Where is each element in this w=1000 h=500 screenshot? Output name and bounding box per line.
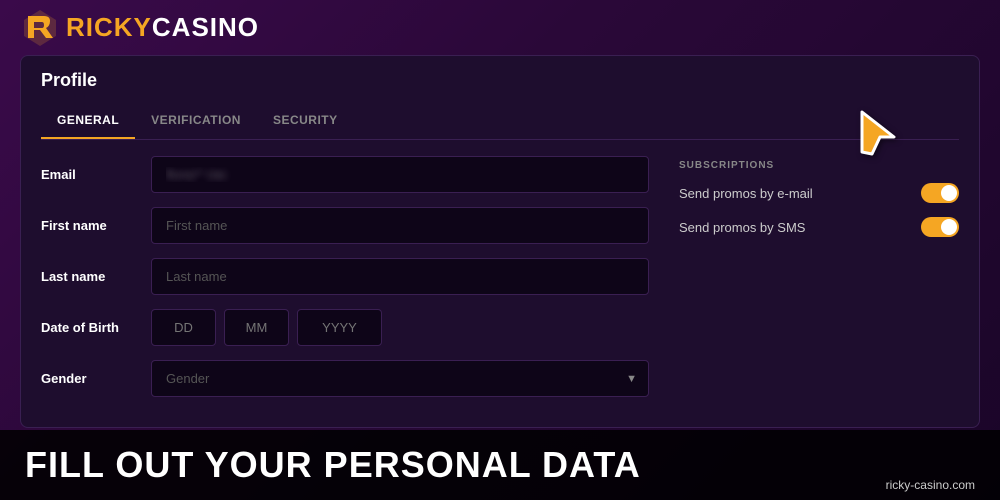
gender-select[interactable]: Gender Male Female Other (151, 360, 649, 397)
logo-ricky: RICKY (66, 12, 152, 42)
bottom-banner: FILL OUT YOUR PERSONAL DATA ricky-casino… (0, 430, 1000, 500)
subscription-sms-row: Send promos by SMS (679, 217, 959, 237)
first-name-input[interactable] (151, 207, 649, 244)
logo: RICKYCASINO (20, 8, 259, 48)
subscription-email-label: Send promos by e-mail (679, 186, 813, 201)
first-name-row: First name (41, 207, 649, 244)
tab-security[interactable]: SECURITY (257, 103, 354, 139)
dob-mm-input[interactable] (224, 309, 289, 346)
subscription-sms-label: Send promos by SMS (679, 220, 805, 235)
header: RICKYCASINO (0, 0, 1000, 55)
form-right: SUBSCRIPTIONS Send promos by e-mail Send… (679, 156, 959, 411)
subscription-email-row: Send promos by e-mail (679, 183, 959, 203)
logo-casino: CASINO (152, 12, 259, 42)
form-area: Email First name Last name Date of Birth (21, 140, 979, 427)
gender-row: Gender Gender Male Female Other ▼ (41, 360, 649, 397)
last-name-label: Last name (41, 269, 151, 284)
logo-icon (20, 8, 60, 48)
dob-row: Date of Birth (41, 309, 649, 346)
last-name-row: Last name (41, 258, 649, 295)
profile-card: Profile GENERAL VERIFICATION SECURITY Em… (20, 55, 980, 428)
dob-yyyy-input[interactable] (297, 309, 382, 346)
email-label: Email (41, 167, 151, 182)
profile-title: Profile (41, 70, 959, 91)
banner-url: ricky-casino.com (886, 478, 975, 500)
dob-dd-input[interactable] (151, 309, 216, 346)
subscriptions-label: SUBSCRIPTIONS (679, 160, 959, 171)
first-name-label: First name (41, 218, 151, 233)
logo-text: RICKYCASINO (66, 12, 259, 43)
form-left: Email First name Last name Date of Birth (41, 156, 649, 411)
tabs: GENERAL VERIFICATION SECURITY (41, 103, 959, 140)
tab-verification[interactable]: VERIFICATION (135, 103, 257, 139)
gender-wrapper: Gender Male Female Other ▼ (151, 360, 649, 397)
gender-label: Gender (41, 371, 151, 386)
content: Profile GENERAL VERIFICATION SECURITY Em… (0, 55, 1000, 428)
profile-header: Profile GENERAL VERIFICATION SECURITY (21, 56, 979, 140)
email-row: Email (41, 156, 649, 193)
banner-text: FILL OUT YOUR PERSONAL DATA (25, 444, 641, 486)
last-name-input[interactable] (151, 258, 649, 295)
email-input[interactable] (151, 156, 649, 193)
subscription-email-toggle[interactable] (921, 183, 959, 203)
tab-general[interactable]: GENERAL (41, 103, 135, 139)
dob-label: Date of Birth (41, 320, 151, 335)
dob-inputs (151, 309, 649, 346)
subscription-sms-toggle[interactable] (921, 217, 959, 237)
